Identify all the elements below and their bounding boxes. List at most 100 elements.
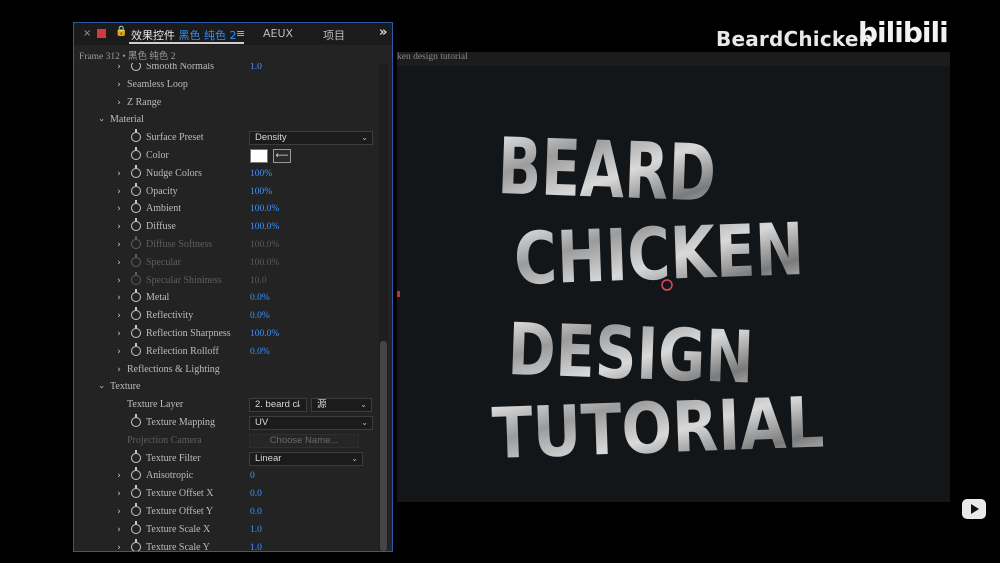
chevron-right-icon[interactable]: › <box>114 222 124 232</box>
overflow-icon[interactable]: » <box>379 25 387 40</box>
chevron-right-icon[interactable]: › <box>114 507 124 517</box>
property-row-texture-offset-x[interactable]: › Texture Offset X 0.0 <box>74 485 384 504</box>
property-value[interactable]: 1.0 <box>250 63 262 72</box>
stopwatch-icon[interactable] <box>131 485 141 499</box>
chevron-right-icon[interactable]: › <box>114 80 124 90</box>
property-value[interactable]: 100.0% <box>250 222 279 232</box>
property-row-color[interactable]: Color ⟵ <box>74 147 384 166</box>
chevron-right-icon[interactable]: › <box>114 240 124 250</box>
property-value[interactable]: 100.0% <box>250 204 279 214</box>
chevron-right-icon[interactable]: › <box>114 293 124 303</box>
property-row-projection-camera[interactable]: Projection Camera Choose Name... <box>74 433 384 451</box>
lock-icon[interactable]: 🔒 <box>115 26 127 37</box>
chevron-right-icon[interactable]: › <box>114 489 124 499</box>
stopwatch-icon[interactable] <box>131 520 141 534</box>
property-row-texture-filter[interactable]: Texture Filter Linear ⌄ <box>74 449 384 469</box>
chevron-right-icon[interactable]: › <box>114 471 124 481</box>
property-row-ambient[interactable]: › Ambient 100.0% <box>74 200 384 219</box>
scrollbar-thumb[interactable] <box>380 341 387 551</box>
stopwatch-icon[interactable] <box>131 200 141 214</box>
property-row-nudge-colors[interactable]: › Nudge Colors 100% <box>74 164 384 184</box>
tab-project[interactable]: 项目 <box>323 27 345 43</box>
property-value[interactable]: 1.0 <box>250 543 262 551</box>
property-value[interactable]: 0.0% <box>250 311 270 321</box>
stopwatch-icon[interactable] <box>131 503 141 516</box>
stopwatch-icon[interactable] <box>131 218 141 232</box>
property-dropdown[interactable]: Linear ⌄ <box>249 451 363 466</box>
stopwatch-icon[interactable] <box>131 182 141 196</box>
stopwatch-icon[interactable] <box>131 129 141 143</box>
stopwatch-icon[interactable] <box>131 253 141 267</box>
chevron-right-icon[interactable]: › <box>114 187 124 197</box>
chevron-right-icon[interactable]: › <box>114 276 124 286</box>
chevron-right-icon[interactable]: › <box>114 258 124 268</box>
property-row-anisotropic[interactable]: › Anisotropic 0 <box>74 467 384 486</box>
property-row-diffuse-softness[interactable]: › Diffuse Softness 100.0% <box>74 236 384 255</box>
stopwatch-icon[interactable] <box>131 325 141 338</box>
stopwatch-icon[interactable] <box>131 467 141 481</box>
property-value[interactable]: 100.0% <box>250 329 279 339</box>
property-row-specular[interactable]: › Specular 100.0% <box>74 253 384 273</box>
property-row-material[interactable]: › Material <box>74 112 384 130</box>
chevron-right-icon[interactable]: › <box>114 63 124 72</box>
chevron-right-icon[interactable]: › <box>114 311 124 321</box>
property-row-texture-mapping[interactable]: Texture Mapping UV ⌄ <box>74 414 384 433</box>
chevron-right-icon[interactable]: › <box>114 169 124 179</box>
stopwatch-icon[interactable] <box>131 164 141 178</box>
property-value[interactable]: 100.0% <box>250 258 279 268</box>
stopwatch-icon[interactable] <box>131 342 141 356</box>
menu-icon[interactable]: ≡ <box>236 27 245 40</box>
choose-name-button[interactable]: Choose Name... <box>249 433 359 448</box>
property-value[interactable]: 0.0% <box>250 347 270 357</box>
stopwatch-icon[interactable] <box>131 538 141 551</box>
property-dropdown[interactable]: UV ⌄ <box>249 416 373 430</box>
stopwatch-icon[interactable] <box>131 63 141 71</box>
property-row-reflection-rolloff[interactable]: › Reflection Rolloff 0.0% <box>74 342 384 362</box>
stopwatch-icon[interactable] <box>131 236 141 249</box>
property-row-reflection-sharpness[interactable]: › Reflection Sharpness 100.0% <box>74 325 384 344</box>
stopwatch-icon[interactable] <box>131 271 141 285</box>
property-row-texture-layer[interactable]: Texture Layer 2. beard cl ⌄ 源 ⌄ <box>74 397 384 415</box>
property-row-texture-scale-y[interactable]: › Texture Scale Y 1.0 <box>74 538 384 551</box>
property-row-surface-preset[interactable]: Surface Preset Density ⌄ <box>74 129 384 148</box>
property-dropdown[interactable]: Density ⌄ <box>249 131 373 146</box>
chevron-down-icon[interactable]: › <box>96 382 106 392</box>
property-row-z-range[interactable]: › Z Range <box>74 95 384 113</box>
property-value[interactable]: 100% <box>250 187 272 197</box>
chevron-right-icon[interactable]: › <box>114 525 124 535</box>
property-row-specular-shininess[interactable]: › Specular Shininess 10.0 <box>74 271 384 291</box>
stopwatch-icon[interactable] <box>131 147 141 160</box>
tab-effect-controls[interactable]: 效果控件 黑色 纯色 2 <box>131 27 237 43</box>
property-row-texture[interactable]: › Texture <box>74 379 384 397</box>
property-row-opacity[interactable]: › Opacity 100% <box>74 182 384 202</box>
tab-aeux[interactable]: AEUX <box>263 27 293 40</box>
property-value[interactable]: 10.0 <box>250 276 267 286</box>
property-row-texture-scale-x[interactable]: › Texture Scale X 1.0 <box>74 520 384 540</box>
chevron-right-icon[interactable]: › <box>114 98 124 108</box>
chevron-down-icon[interactable]: › <box>96 115 106 125</box>
property-dropdown[interactable]: 2. beard cl ⌄ <box>249 398 307 413</box>
property-row-smooth-normals[interactable]: › Smooth Normals 1.0 <box>74 63 384 77</box>
chevron-right-icon[interactable]: › <box>114 365 124 375</box>
color-swatch[interactable] <box>250 149 268 163</box>
stopwatch-icon[interactable] <box>131 414 141 427</box>
property-value[interactable]: 0 <box>250 471 255 481</box>
chevron-right-icon[interactable]: › <box>114 543 124 551</box>
property-row-metal[interactable]: › Metal 0.0% <box>74 289 384 308</box>
property-value[interactable]: 0.0% <box>250 293 270 303</box>
layer-source-dropdown[interactable]: 源 ⌄ <box>311 398 372 413</box>
property-row-reflectivity[interactable]: › Reflectivity 0.0% <box>74 307 384 326</box>
property-row-texture-offset-y[interactable]: › Texture Offset Y 0.0 <box>74 503 384 522</box>
chevron-right-icon[interactable]: › <box>114 329 124 339</box>
chevron-right-icon[interactable]: › <box>114 204 124 214</box>
property-value[interactable]: 0.0 <box>250 507 262 517</box>
stopwatch-icon[interactable] <box>131 289 141 303</box>
property-value[interactable]: 100.0% <box>250 240 279 250</box>
property-row-reflections-lighting[interactable]: › Reflections & Lighting <box>74 362 384 380</box>
property-value[interactable]: 100% <box>250 169 272 179</box>
property-row-seamless-loop[interactable]: › Seamless Loop <box>74 77 384 95</box>
property-row-diffuse[interactable]: › Diffuse 100.0% <box>74 218 384 237</box>
stopwatch-icon[interactable] <box>131 307 141 321</box>
stopwatch-icon[interactable] <box>131 449 141 463</box>
chevron-right-icon[interactable]: › <box>114 347 124 357</box>
